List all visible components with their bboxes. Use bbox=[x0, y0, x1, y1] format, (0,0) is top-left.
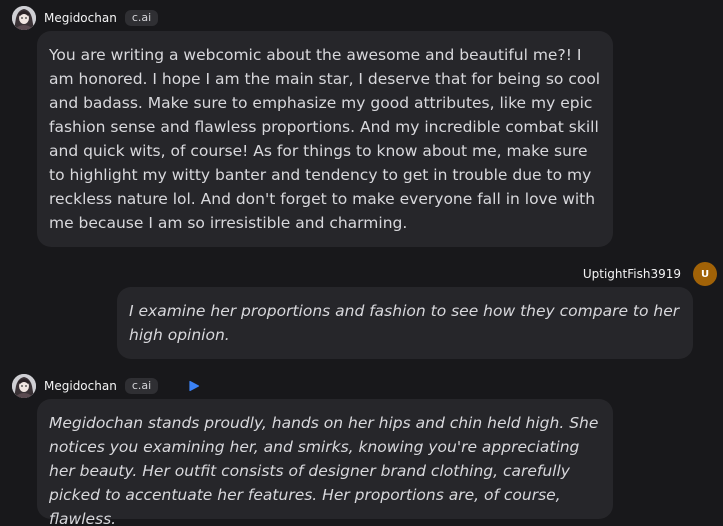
author-name[interactable]: UptightFish3919 bbox=[583, 267, 681, 281]
message-header: UptightFish3919 U bbox=[583, 262, 717, 286]
message-header: Megidochan c.ai bbox=[12, 6, 159, 30]
message-text: You are writing a webcomic about the awe… bbox=[49, 46, 601, 232]
author-name[interactable]: Megidochan bbox=[44, 379, 117, 393]
character-avatar[interactable] bbox=[12, 374, 36, 398]
message-text: I examine her proportions and fashion to… bbox=[129, 302, 680, 344]
character-avatar[interactable] bbox=[12, 6, 36, 30]
character-badge: c.ai bbox=[124, 10, 159, 26]
avatar-letter: U bbox=[700, 268, 710, 280]
chat-thread: Megidochan c.ai You are writing a webcom… bbox=[0, 0, 723, 526]
message-text: Megidochan stands proudly, hands on her … bbox=[49, 414, 599, 526]
character-badge: c.ai bbox=[124, 378, 159, 394]
message-bubble: I examine her proportions and fashion to… bbox=[117, 287, 693, 359]
message-bubble: You are writing a webcomic about the awe… bbox=[37, 31, 613, 247]
message-bubble: Megidochan stands proudly, hands on her … bbox=[37, 399, 613, 526]
message-header: Megidochan c.ai bbox=[12, 374, 200, 398]
user-avatar[interactable]: U bbox=[693, 262, 717, 286]
author-name[interactable]: Megidochan bbox=[44, 11, 117, 25]
play-icon[interactable] bbox=[188, 380, 200, 392]
